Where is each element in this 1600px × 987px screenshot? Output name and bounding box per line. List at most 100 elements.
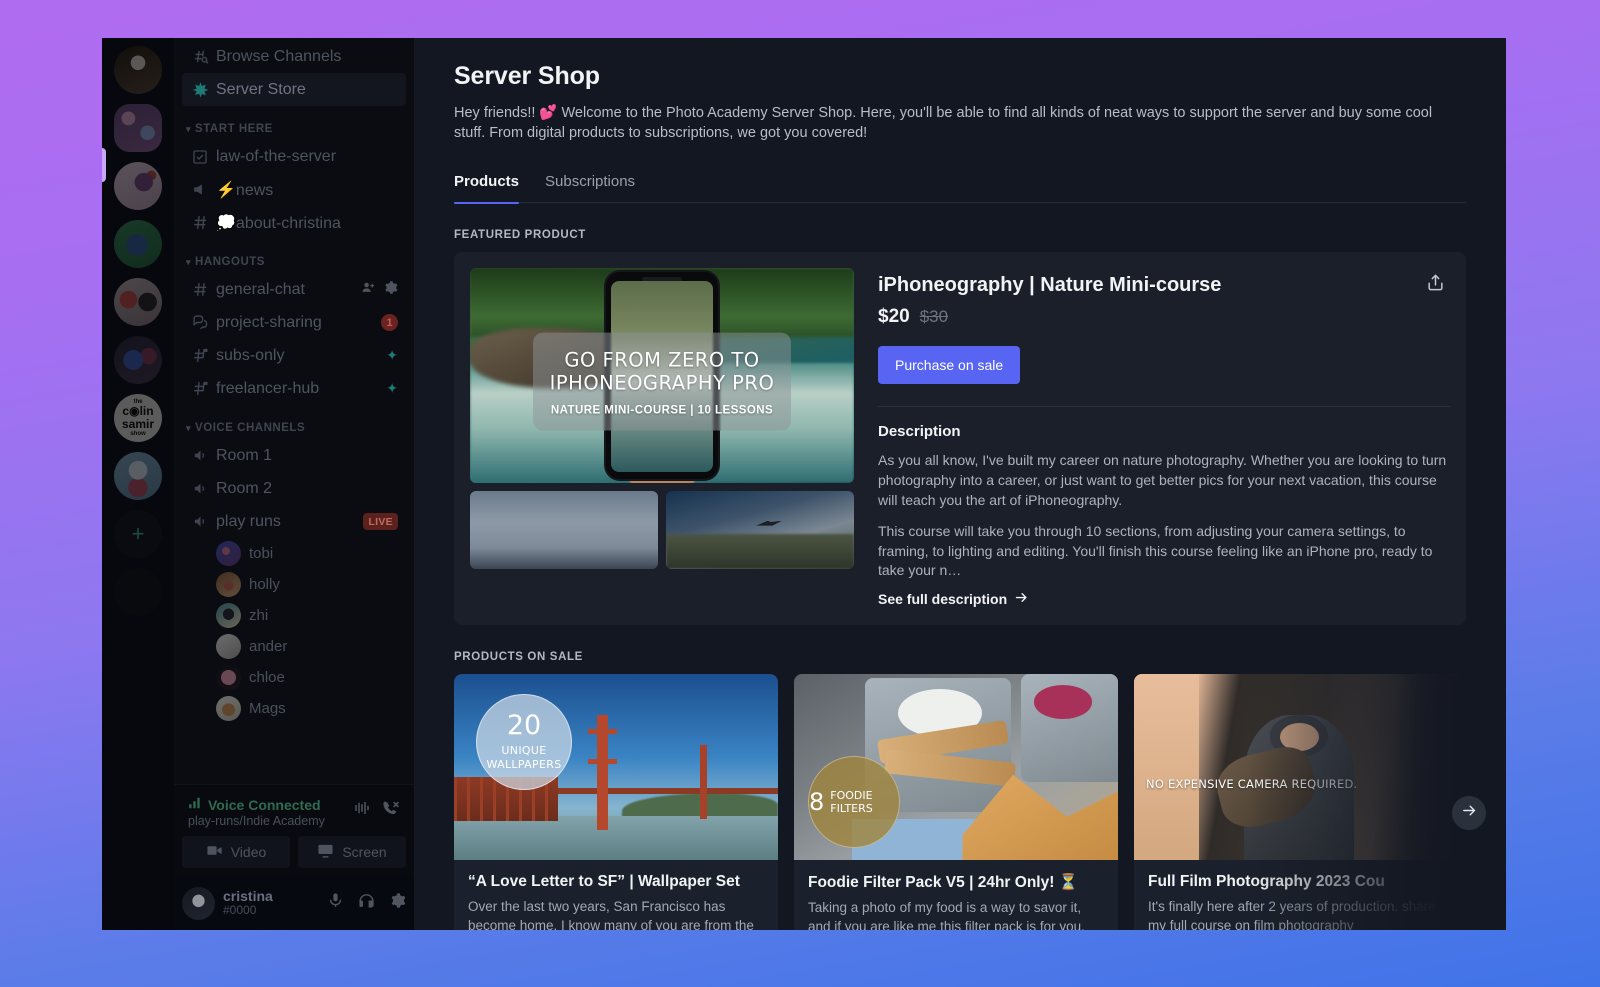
video-button[interactable]: Video [182, 836, 290, 868]
discover-servers-button[interactable] [114, 568, 162, 616]
unread-badge: 1 [381, 314, 398, 331]
voice-member-label: chloe [249, 669, 285, 686]
carousel-next-button[interactable] [1452, 796, 1486, 831]
screen-share-button[interactable]: Screen [298, 836, 406, 868]
gear-icon[interactable] [389, 892, 406, 914]
featured-thumbnails[interactable] [470, 491, 854, 569]
server-store-icon [190, 81, 210, 98]
server-icon-3[interactable] [114, 162, 162, 210]
soundboard-icon[interactable] [353, 799, 371, 823]
channel-general-chat[interactable]: general-chat [182, 273, 406, 306]
hero-overlay: GO FROM ZERO TO IPHONEOGRAPHY PRO NATURE… [533, 332, 791, 431]
channel-label: general-chat [216, 280, 305, 298]
product-card[interactable]: NO EXPENSIVE CAMERA REQUIRED. Full Film … [1134, 674, 1458, 930]
purchase-button[interactable]: Purchase on sale [878, 346, 1021, 384]
sidebar-item-label: Browse Channels [216, 47, 342, 65]
shop-scroll-area[interactable]: Server Shop Hey friends!! 💕 Welcome to t… [414, 38, 1506, 930]
server-icon-colin-samir-show[interactable]: the c◉lin samir show [114, 394, 162, 442]
voice-member-mags[interactable]: Mags [182, 693, 406, 724]
headphones-icon[interactable] [358, 892, 375, 914]
category-start-here[interactable]: ▾ START HERE [182, 106, 406, 140]
voice-connected-panel[interactable]: Voice Connected play-runs/Indie Academy [174, 784, 414, 876]
text-channel-icon [190, 214, 210, 231]
avatar [216, 696, 241, 721]
microphone-icon[interactable] [327, 892, 344, 914]
server-icon-4[interactable] [114, 220, 162, 268]
channel-sidebar[interactable]: Browse Channels Server Store ▾ START HER… [174, 38, 414, 930]
hero-overlay-line1: GO FROM ZERO TO IPHONEOGRAPHY PRO [549, 348, 775, 395]
featured-hero-image[interactable]: GO FROM ZERO TO IPHONEOGRAPHY PRO NATURE… [470, 268, 854, 483]
sidebar-item-browse-channels[interactable]: Browse Channels [182, 40, 406, 73]
see-full-description-link[interactable]: See full description [878, 590, 1029, 608]
category-hangouts[interactable]: ▾ HANGOUTS [182, 239, 406, 273]
channel-news[interactable]: ⚡news [182, 173, 406, 206]
channel-subs-only[interactable]: subs-only ✦ [182, 339, 406, 372]
channel-freelancer-hub[interactable]: freelancer-hub ✦ [182, 372, 406, 405]
channel-project-sharing[interactable]: project-sharing 1 [182, 306, 406, 339]
thumb-bush [666, 533, 854, 569]
avatar[interactable] [182, 886, 215, 920]
featured-thumbnail-2[interactable] [666, 491, 854, 569]
channel-room-2[interactable]: Room 2 [182, 472, 406, 505]
featured-info: iPhoneography | Nature Mini-course $20 $… [878, 268, 1450, 609]
product-card[interactable]: 20 UNIQUE WALLPAPERS “A Love Letter to S… [454, 674, 778, 930]
server-rail[interactable]: the c◉lin samir show + [102, 38, 174, 930]
server-icon-2[interactable] [114, 104, 162, 152]
channel-label: freelancer-hub [216, 379, 320, 397]
voice-channel-icon [190, 513, 210, 530]
arrow-right-icon [1461, 802, 1478, 824]
server-selected-indicator [102, 148, 106, 182]
channel-law-of-the-server[interactable]: law-of-the-server [182, 140, 406, 173]
hero-overlay-line2: NATURE MINI-COURSE | 10 LESSONS [550, 404, 774, 417]
locked-text-channel-icon [190, 380, 210, 397]
product-title: Foodie Filter Pack V5 | 24hr Only! ⏳ [808, 874, 1078, 892]
channel-list[interactable]: Browse Channels Server Store ▾ START HER… [174, 38, 414, 784]
gear-icon[interactable] [383, 280, 398, 300]
user-bar[interactable]: cristina #0000 [174, 876, 414, 930]
channel-play-runs[interactable]: play runs LIVE [182, 505, 406, 538]
discord-window: the c◉lin samir show + Browse Channels Serv… [102, 38, 1506, 930]
add-server-button[interactable]: + [114, 510, 162, 558]
category-voice-channels[interactable]: ▾ VOICE CHANNELS [182, 405, 406, 439]
tab-products[interactable]: Products [454, 173, 520, 204]
video-button-label: Video [230, 844, 267, 860]
forum-channel-icon [190, 314, 210, 331]
channel-label: subs-only [216, 346, 285, 364]
product-card[interactable]: 8 FOODIE FILTERS Foodie Filter Pack V5 |… [794, 674, 1118, 930]
featured-product-card[interactable]: GO FROM ZERO TO IPHONEOGRAPHY PRO NATURE… [454, 252, 1466, 626]
products-on-sale-carousel[interactable]: 20 UNIQUE WALLPAPERS “A Love Letter to S… [454, 674, 1486, 930]
tab-subscriptions[interactable]: Subscriptions [545, 173, 635, 203]
server-icon-1[interactable] [114, 46, 162, 94]
featured-media: GO FROM ZERO TO IPHONEOGRAPHY PRO NATURE… [470, 268, 854, 609]
channel-label: ⚡news [216, 181, 274, 199]
shop-tabs[interactable]: Products Subscriptions [454, 173, 1466, 204]
see-full-description-label: See full description [878, 591, 1008, 608]
share-button[interactable] [1420, 270, 1450, 300]
voice-member-tobi[interactable]: tobi [182, 538, 406, 569]
voice-member-holly[interactable]: holly [182, 569, 406, 600]
featured-thumbnail-1[interactable] [470, 491, 658, 569]
featured-product-label: FEATURED PRODUCT [454, 229, 586, 241]
sidebar-item-server-store[interactable]: Server Store [182, 73, 406, 106]
server-icon-8[interactable] [114, 452, 162, 500]
description-heading: Description [878, 423, 961, 440]
product-badge-text: FOODIE FILTERS [830, 788, 873, 816]
products-on-sale-label: PRODUCTS ON SALE [454, 651, 583, 664]
create-invite-icon[interactable] [361, 280, 376, 300]
product-badge: 8 FOODIE FILTERS [808, 756, 900, 849]
voice-member-ander[interactable]: ander [182, 631, 406, 662]
voice-channel-icon [190, 480, 210, 497]
page-title: Server Shop [454, 62, 600, 90]
product-description: Over the last two years, San Francisco h… [468, 899, 754, 930]
product-description: It's finally here after 2 years of produ… [1148, 899, 1436, 930]
server-icon-6[interactable] [114, 336, 162, 384]
disconnect-call-icon[interactable] [381, 799, 400, 823]
voice-member-zhi[interactable]: zhi [182, 600, 406, 631]
voice-member-label: holly [249, 576, 280, 593]
voice-member-label: Mags [249, 700, 286, 717]
channel-room-1[interactable]: Room 1 [182, 439, 406, 472]
channel-label: project-sharing [216, 313, 322, 331]
channel-about-christina[interactable]: 💭about-christina [182, 206, 406, 239]
voice-member-chloe[interactable]: chloe [182, 662, 406, 693]
server-icon-5[interactable] [114, 278, 162, 326]
